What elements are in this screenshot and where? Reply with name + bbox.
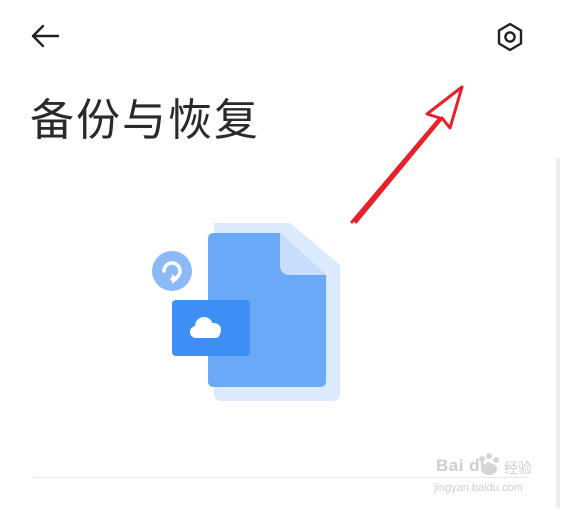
backup-restore-screen: 备份与恢复 Bai du 经验 jingyan.baidu.com [0, 0, 568, 514]
settings-button[interactable] [488, 18, 532, 60]
back-button[interactable] [30, 20, 74, 56]
backup-illustration [140, 215, 360, 415]
refresh-badge-icon [152, 251, 192, 291]
paw-icon [474, 452, 502, 482]
watermark-url: jingyan.baidu.com [434, 482, 523, 494]
baidu-jingyan-watermark: Bai du 经验 jingyan.baidu.com [430, 452, 560, 504]
watermark-subtitle: 经验 [504, 461, 532, 477]
page-title: 备份与恢复 [30, 95, 260, 146]
gear-hexagon-icon [496, 22, 524, 56]
arrow-left-icon [30, 24, 60, 52]
